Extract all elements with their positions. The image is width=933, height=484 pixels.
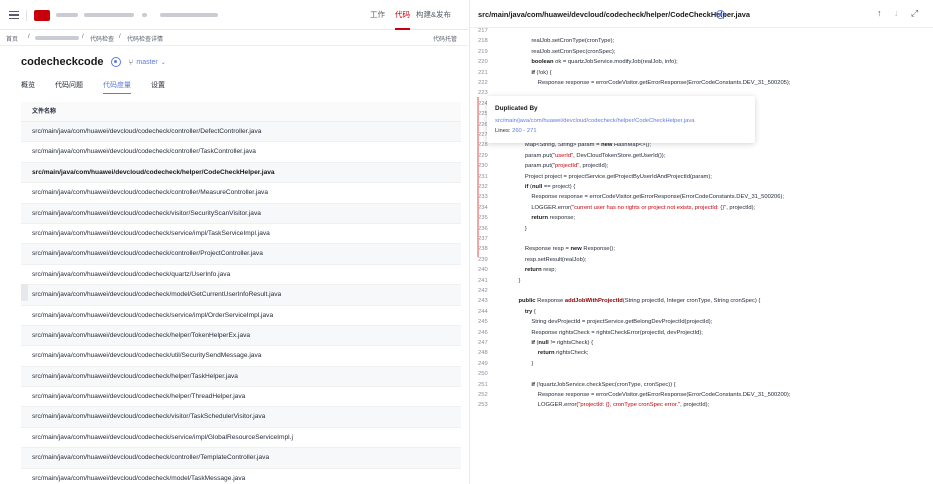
breadcrumb: 首页 / / 代码检查 / 代码检查详情 代码托管: [0, 30, 468, 46]
duplicated-by-popup: Duplicated By src/main/java/com/huawei/d…: [487, 96, 755, 143]
table-row[interactable]: src/main/java/com/huawei/devcloud/codech…: [21, 203, 461, 224]
duplicate-file-link[interactable]: src/main/java/com/huawei/devcloud/codech…: [495, 118, 694, 124]
arrow-down-icon[interactable]: ↓: [894, 8, 899, 18]
tab-overview[interactable]: 概览: [21, 80, 35, 94]
branch-selector[interactable]: master: [136, 59, 157, 66]
file-path-title: src/main/java/com/huawei/devcloud/codech…: [478, 10, 750, 19]
redacted-text: [84, 13, 134, 17]
divider: [26, 10, 27, 21]
repo-tabs: 概览 代码问题 代码度量 设置: [21, 80, 185, 94]
popup-title: Duplicated By: [495, 105, 538, 112]
table-row[interactable]: src/main/java/com/huawei/devcloud/codech…: [21, 325, 461, 347]
top-navbar: 工作 代码 构建&发布: [0, 0, 468, 30]
nav-build-release[interactable]: 构建&发布: [416, 0, 451, 30]
repo-header: codecheckcode ⑂ master ⌄: [21, 56, 166, 68]
breadcrumb-separator: /: [119, 34, 121, 40]
file-badge-icon: [716, 10, 725, 19]
arrow-up-icon[interactable]: ↑: [877, 8, 882, 18]
line-number: 253: [478, 402, 488, 409]
table-row[interactable]: src/main/java/com/huawei/devcloud/codech…: [21, 162, 461, 184]
left-pane: 工作 代码 构建&发布 首页 / / 代码检查 / 代码检查详情 代码托管 co…: [0, 0, 468, 484]
table-row[interactable]: src/main/java/com/huawei/devcloud/codech…: [21, 223, 461, 245]
chevron-down-icon[interactable]: ⌄: [161, 59, 166, 66]
table-row[interactable]: src/main/java/com/huawei/devcloud/codech…: [21, 244, 461, 265]
branch-icon: ⑂: [128, 57, 134, 67]
code-hosting-link[interactable]: 代码托管: [433, 34, 457, 43]
table-row[interactable]: src/main/java/com/huawei/devcloud/codech…: [21, 285, 461, 306]
table-row[interactable]: src/main/java/com/huawei/devcloud/codech…: [21, 387, 461, 408]
redacted-text: [160, 13, 218, 17]
collapse-handle[interactable]: [21, 284, 28, 301]
code-line: 253 LOGGER.error("projectId: {}, cronTyp…: [470, 399, 933, 411]
redacted-text: [142, 13, 147, 17]
lines-range-link[interactable]: 260 - 271: [512, 128, 537, 134]
table-row[interactable]: src/main/java/com/huawei/devcloud/codech…: [21, 407, 461, 428]
table-row[interactable]: src/main/java/com/huawei/devcloud/codech…: [21, 346, 461, 367]
table-row[interactable]: src/main/java/com/huawei/devcloud/codech…: [21, 448, 461, 469]
table-row[interactable]: src/main/java/com/huawei/devcloud/codech…: [21, 264, 461, 286]
file-name-column-header: 文件名称: [21, 102, 461, 122]
code-viewer-header: src/main/java/com/huawei/devcloud/codech…: [470, 0, 933, 28]
tab-settings[interactable]: 设置: [151, 80, 165, 94]
logo[interactable]: [34, 10, 50, 21]
redacted-text: [56, 13, 78, 17]
expand-icon[interactable]: ⤢: [911, 8, 918, 19]
code-text: LOGGER.error("projectId: {}, cronType cr…: [512, 402, 710, 409]
repo-name: codecheckcode: [21, 56, 104, 68]
redacted-project: [35, 36, 79, 40]
menu-icon[interactable]: [9, 11, 19, 20]
file-table: 文件名称 src/main/java/com/huawei/devcloud/c…: [21, 102, 461, 484]
breadcrumb-separator: /: [82, 34, 84, 40]
tab-code-issues[interactable]: 代码问题: [55, 80, 83, 94]
breadcrumb-separator: /: [28, 34, 30, 40]
duplication-marker[interactable]: [477, 97, 479, 257]
tab-code-metrics[interactable]: 代码度量: [103, 80, 131, 94]
nav-code[interactable]: 代码: [395, 0, 410, 30]
table-row[interactable]: src/main/java/com/huawei/devcloud/codech…: [21, 427, 461, 449]
table-row[interactable]: src/main/java/com/huawei/devcloud/codech…: [21, 142, 461, 163]
table-row[interactable]: src/main/java/com/huawei/devcloud/codech…: [21, 183, 461, 204]
file-table-body: src/main/java/com/huawei/devcloud/codech…: [21, 122, 461, 484]
breadcrumb-detail: 代码检查详情: [127, 37, 164, 43]
code-viewer-pane: src/main/java/com/huawei/devcloud/codech…: [469, 0, 933, 484]
duplicate-lines: Lines: 260 - 271: [495, 128, 537, 134]
breadcrumb-codecheck[interactable]: 代码检查: [90, 34, 114, 43]
lines-label: Lines:: [495, 128, 511, 134]
table-row[interactable]: src/main/java/com/huawei/devcloud/codech…: [21, 366, 461, 388]
nav-work[interactable]: 工作: [370, 0, 385, 30]
breadcrumb-home[interactable]: 首页: [6, 34, 18, 43]
repo-badge-icon: [110, 57, 121, 67]
top-nav: 工作 代码 构建&发布: [370, 0, 451, 30]
table-row[interactable]: src/main/java/com/huawei/devcloud/codech…: [21, 122, 461, 143]
table-row[interactable]: src/main/java/com/huawei/devcloud/codech…: [21, 305, 461, 326]
table-row[interactable]: src/main/java/com/huawei/devcloud/codech…: [21, 468, 461, 484]
